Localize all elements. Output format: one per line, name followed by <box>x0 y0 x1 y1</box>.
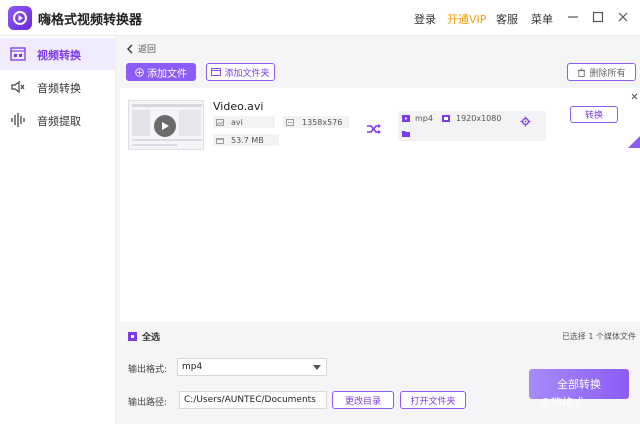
settings-button[interactable] <box>520 116 531 130</box>
source-size-value: 53.7 MB <box>231 135 264 145</box>
back-label: 返回 <box>138 45 157 55</box>
title-bar: 嗨格式视频转换器 登录 开通VIP 客服 菜单 <box>0 0 640 36</box>
close-icon <box>618 12 628 22</box>
close-button[interactable] <box>614 8 632 26</box>
source-format-value: avi <box>231 117 243 127</box>
convert-arrow <box>366 123 382 138</box>
maximize-icon <box>592 11 604 23</box>
minimize-icon <box>568 16 578 18</box>
sidebar-item-label: 视频转换 <box>37 49 81 62</box>
file-list: Video.avi avi 1358x576 53.7 MB mp4 1920x… <box>120 88 640 322</box>
app-title: 嗨格式视频转换器 <box>38 13 143 28</box>
sidebar: 视频转换 音频转换 音频提取 <box>0 36 116 424</box>
login-link[interactable]: 登录 <box>414 11 436 27</box>
delete-all-label: 删除所有 <box>589 68 626 79</box>
output-path-value: C:/Users/AUNTEC/Documents <box>184 395 316 405</box>
play-icon <box>162 122 169 130</box>
delete-all-button[interactable]: 删除所有 <box>567 63 636 81</box>
chevron-down-icon <box>313 365 321 370</box>
watermark: @嗨格式 <box>540 394 584 410</box>
app-logo <box>8 6 32 30</box>
sidebar-item-label: 音频提取 <box>37 115 81 128</box>
output-format-label: 输出格式: <box>128 365 168 375</box>
resolution-icon <box>442 115 450 122</box>
output-format-select[interactable]: mp4 <box>177 358 327 376</box>
back-button[interactable]: 返回 <box>126 42 156 55</box>
audio-convert-icon <box>11 80 25 94</box>
convert-button[interactable]: 转换 <box>570 106 618 123</box>
watermark-text: @嗨格式 <box>540 396 584 409</box>
folder-icon <box>211 68 222 76</box>
output-format-value: mp4 <box>415 114 433 123</box>
video-format-icon <box>402 115 410 122</box>
add-file-button[interactable]: 添加文件 <box>126 63 196 81</box>
remove-file-button[interactable] <box>631 92 638 103</box>
menu-link[interactable]: 菜单 <box>531 11 553 27</box>
sidebar-item-video-convert[interactable]: 视频转换 <box>0 38 116 70</box>
add-folder-label: 添加文件夹 <box>224 68 270 79</box>
open-folder-label: 打开文件夹 <box>410 396 456 407</box>
folder-icon <box>402 131 410 137</box>
image-icon <box>216 118 224 126</box>
add-file-label: 添加文件 <box>147 68 187 80</box>
source-format: avi <box>213 116 275 128</box>
open-folder-button[interactable]: 打开文件夹 <box>400 391 466 409</box>
minimize-button[interactable] <box>564 8 582 26</box>
plus-circle-icon <box>135 67 144 77</box>
output-resolution-value: 1920x1080 <box>456 114 502 123</box>
video-convert-icon <box>10 47 26 61</box>
play-button[interactable] <box>154 115 176 137</box>
file-name: Video.avi <box>213 100 264 113</box>
resolution-icon <box>286 118 294 126</box>
audio-extract-icon <box>11 113 25 127</box>
sidebar-item-audio-convert[interactable]: 音频转换 <box>0 71 116 103</box>
selection-info: 已选择 1 个媒体文件 <box>561 332 636 341</box>
trash-icon <box>578 67 586 77</box>
main-panel: 返回 添加文件 添加文件夹 删除所有 Video.avi avi 1358x57… <box>116 36 640 424</box>
vip-link[interactable]: 开通VIP <box>447 11 486 27</box>
source-resolution: 1358x576 <box>283 116 349 128</box>
output-path-field[interactable]: C:/Users/AUNTEC/Documents <box>179 391 327 409</box>
checkbox-checked-icon <box>128 332 137 341</box>
folder-icon <box>216 137 224 144</box>
change-directory-label: 更改目录 <box>344 396 381 407</box>
service-link[interactable]: 客服 <box>496 11 518 27</box>
source-size: 53.7 MB <box>213 134 279 146</box>
output-format-selected: mp4 <box>182 362 203 372</box>
shuffle-icon <box>367 124 381 134</box>
sidebar-item-label: 音频转换 <box>37 82 81 95</box>
select-all-checkbox[interactable]: 全选 <box>128 330 160 343</box>
add-folder-button[interactable]: 添加文件夹 <box>206 63 275 81</box>
video-thumbnail[interactable] <box>128 100 204 150</box>
maximize-button[interactable] <box>589 8 607 26</box>
sidebar-item-audio-extract[interactable]: 音频提取 <box>0 104 116 136</box>
corner-badge <box>628 136 640 148</box>
close-icon <box>631 93 638 100</box>
file-card[interactable]: Video.avi avi 1358x576 53.7 MB mp4 1920x… <box>120 92 640 154</box>
output-path-label: 输出路径: <box>128 398 168 408</box>
source-resolution-value: 1358x576 <box>302 117 343 127</box>
change-directory-button[interactable]: 更改目录 <box>332 391 394 409</box>
chevron-left-icon <box>127 44 133 53</box>
select-all-label: 全选 <box>142 333 161 343</box>
gear-icon <box>520 116 531 127</box>
